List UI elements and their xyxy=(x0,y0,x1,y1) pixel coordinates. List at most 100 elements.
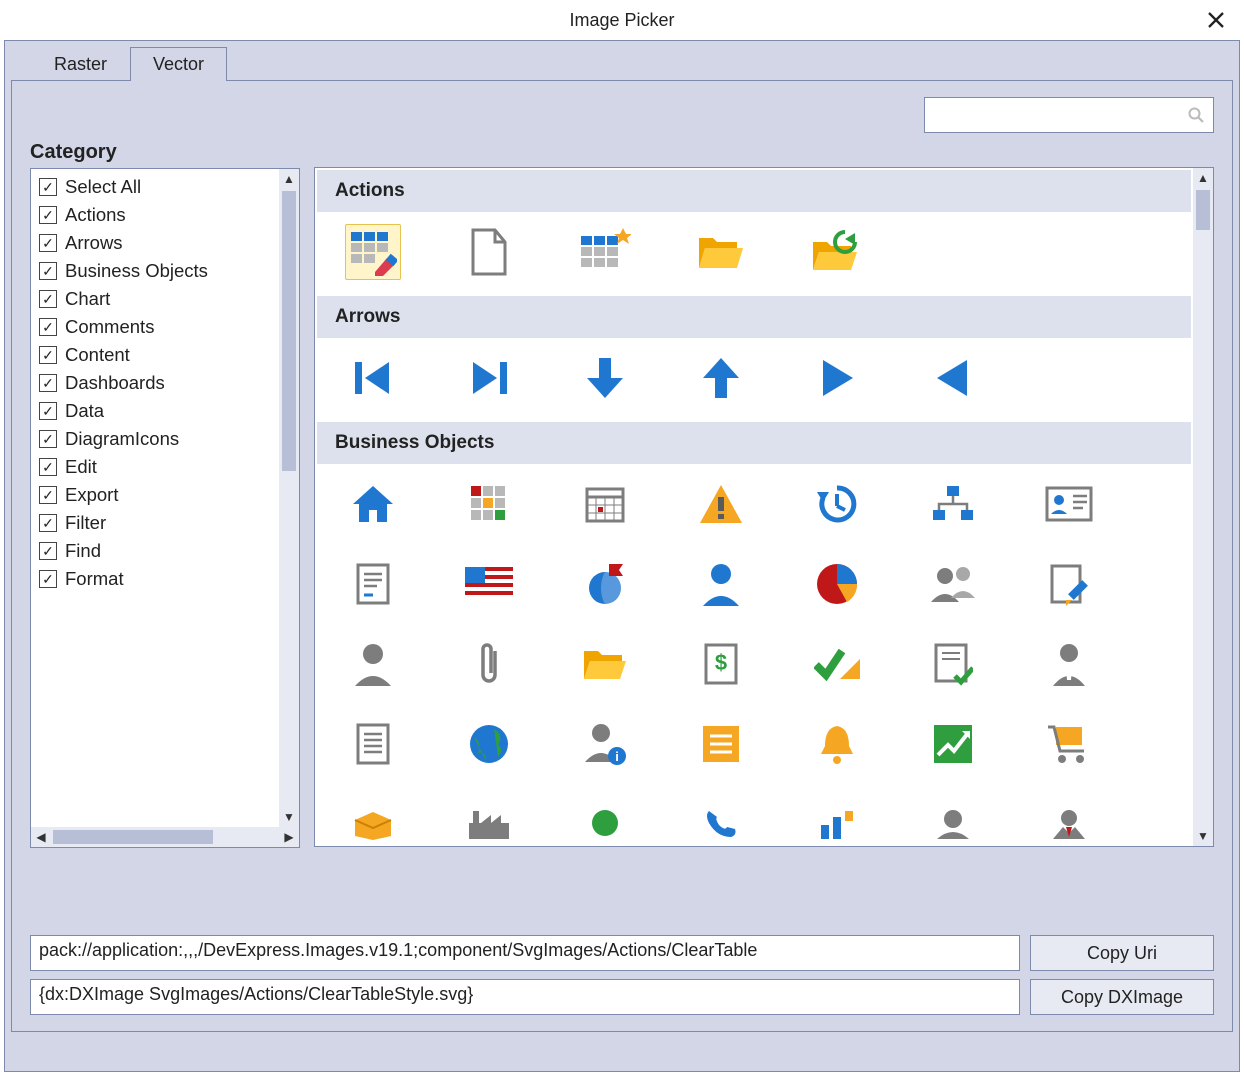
icon-arrow-up[interactable] xyxy=(693,350,749,406)
icon-new-table[interactable] xyxy=(577,224,633,280)
gallery-vertical-scrollbar[interactable]: ▲ ▼ xyxy=(1193,168,1213,846)
checkbox-icon[interactable]: ✓ xyxy=(39,290,57,308)
icon-user-tie[interactable] xyxy=(1041,636,1097,692)
category-item-export[interactable]: ✓Export xyxy=(31,481,279,509)
category-item-business-objects[interactable]: ✓Business Objects xyxy=(31,257,279,285)
checkbox-icon[interactable]: ✓ xyxy=(39,570,57,588)
icon-invoice[interactable]: $ xyxy=(693,636,749,692)
icon-user-gray[interactable] xyxy=(345,636,401,692)
category-item-filter[interactable]: ✓Filter xyxy=(31,509,279,537)
checkbox-icon[interactable]: ✓ xyxy=(39,374,57,392)
tab-raster[interactable]: Raster xyxy=(31,47,130,81)
category-item-arrows[interactable]: ✓Arrows xyxy=(31,229,279,257)
icon-blank-document[interactable] xyxy=(461,224,517,280)
icon-history[interactable] xyxy=(809,476,865,532)
category-item-comments[interactable]: ✓Comments xyxy=(31,313,279,341)
icon-phone[interactable] xyxy=(693,796,749,846)
checkbox-icon[interactable]: ✓ xyxy=(39,206,57,224)
category-item-data[interactable]: ✓Data xyxy=(31,397,279,425)
search-box[interactable] xyxy=(924,97,1214,133)
icon-globe-flag[interactable] xyxy=(577,556,633,612)
dximage-field[interactable]: {dx:DXImage SvgImages/Actions/ClearTable… xyxy=(30,979,1020,1015)
scroll-left-icon[interactable]: ◀ xyxy=(31,830,51,844)
category-horizontal-scrollbar[interactable]: ◀ ▶ xyxy=(31,827,299,847)
category-item-dashboards[interactable]: ✓Dashboards xyxy=(31,369,279,397)
checkbox-icon[interactable]: ✓ xyxy=(39,430,57,448)
scroll-thumb[interactable] xyxy=(1196,190,1210,230)
icon-clear-table-style[interactable] xyxy=(345,224,401,280)
checkbox-icon[interactable]: ✓ xyxy=(39,542,57,560)
icon-arrow-down[interactable] xyxy=(577,350,633,406)
icon-list-orange[interactable] xyxy=(693,716,749,772)
checkbox-icon[interactable]: ✓ xyxy=(39,262,57,280)
icon-play[interactable] xyxy=(809,350,865,406)
scroll-down-icon[interactable]: ▼ xyxy=(1193,826,1213,846)
uri-field[interactable]: pack://application:,,,/DevExpress.Images… xyxy=(30,935,1020,971)
icon-open-folder[interactable] xyxy=(693,224,749,280)
checkbox-icon[interactable]: ✓ xyxy=(39,234,57,252)
icon-id-card[interactable] xyxy=(1041,476,1097,532)
checkbox-icon[interactable]: ✓ xyxy=(39,346,57,364)
checkbox-icon[interactable]: ✓ xyxy=(39,178,57,196)
icon-user-info[interactable]: i xyxy=(577,716,633,772)
icon-warning[interactable] xyxy=(693,476,749,532)
icon-last[interactable] xyxy=(461,350,517,406)
checkbox-icon[interactable]: ✓ xyxy=(39,514,57,532)
icon-package[interactable] xyxy=(345,796,401,846)
icon-user-suit[interactable] xyxy=(1041,796,1097,846)
icon-flag-usa[interactable] xyxy=(461,556,517,612)
category-item-find[interactable]: ✓Find xyxy=(31,537,279,565)
icon-cart[interactable] xyxy=(1041,716,1097,772)
close-button[interactable] xyxy=(1196,2,1236,38)
scroll-thumb[interactable] xyxy=(282,191,296,471)
icon-paperclip[interactable] xyxy=(461,636,517,692)
icon-folder-yellow[interactable] xyxy=(577,636,633,692)
scroll-down-icon[interactable]: ▼ xyxy=(279,807,299,827)
search-input[interactable] xyxy=(933,105,1187,125)
checkbox-icon[interactable]: ✓ xyxy=(39,486,57,504)
tab-vector[interactable]: Vector xyxy=(130,47,227,81)
search-icon[interactable] xyxy=(1187,106,1205,124)
scroll-thumb[interactable] xyxy=(53,830,213,844)
category-item-diagramicons[interactable]: ✓DiagramIcons xyxy=(31,425,279,453)
copy-dximage-button[interactable]: Copy DXImage xyxy=(1030,979,1214,1015)
icon-globe[interactable] xyxy=(461,716,517,772)
icon-user-blue[interactable] xyxy=(693,556,749,612)
icon-hierarchy[interactable] xyxy=(925,476,981,532)
category-item-chart[interactable]: ✓ Chart xyxy=(31,285,279,313)
category-item-format[interactable]: ✓Format xyxy=(31,565,279,593)
icon-first[interactable] xyxy=(345,350,401,406)
icon-check-double[interactable] xyxy=(809,636,865,692)
icon-edit-document[interactable] xyxy=(1041,556,1097,612)
icon-home[interactable] xyxy=(345,476,401,532)
icon-play-reverse[interactable] xyxy=(925,350,981,406)
category-item-label: Chart xyxy=(65,288,110,310)
icon-bar-chart[interactable] xyxy=(809,796,865,846)
icon-user-gray-2[interactable] xyxy=(925,796,981,846)
checkbox-icon[interactable]: ✓ xyxy=(39,458,57,476)
category-item-content[interactable]: ✓Content xyxy=(31,341,279,369)
category-item-actions[interactable]: ✓Actions xyxy=(31,201,279,229)
icon-folder-refresh[interactable] xyxy=(809,224,865,280)
globe-flag-icon xyxy=(583,562,627,606)
icon-text-list[interactable] xyxy=(345,716,401,772)
scroll-up-icon[interactable]: ▲ xyxy=(1193,168,1213,188)
copy-uri-button[interactable]: Copy Uri xyxy=(1030,935,1214,971)
checkbox-icon[interactable]: ✓ xyxy=(39,318,57,336)
category-item-select-all[interactable]: ✓Select All xyxy=(31,173,279,201)
icon-pie-chart[interactable] xyxy=(809,556,865,612)
checkbox-icon[interactable]: ✓ xyxy=(39,402,57,420)
category-vertical-scrollbar[interactable]: ▲ ▼ xyxy=(279,169,299,827)
icon-factory[interactable] xyxy=(461,796,517,846)
icon-head-green[interactable] xyxy=(577,796,633,846)
category-item-edit[interactable]: ✓Edit xyxy=(31,453,279,481)
icon-chart-up[interactable] xyxy=(925,716,981,772)
icon-text-document[interactable] xyxy=(345,556,401,612)
icon-color-swatch[interactable] xyxy=(461,476,517,532)
icon-users[interactable] xyxy=(925,556,981,612)
icon-document-check[interactable] xyxy=(925,636,981,692)
scroll-right-icon[interactable]: ▶ xyxy=(279,830,299,844)
icon-calendar[interactable] xyxy=(577,476,633,532)
icon-bell[interactable] xyxy=(809,716,865,772)
scroll-up-icon[interactable]: ▲ xyxy=(279,169,299,189)
